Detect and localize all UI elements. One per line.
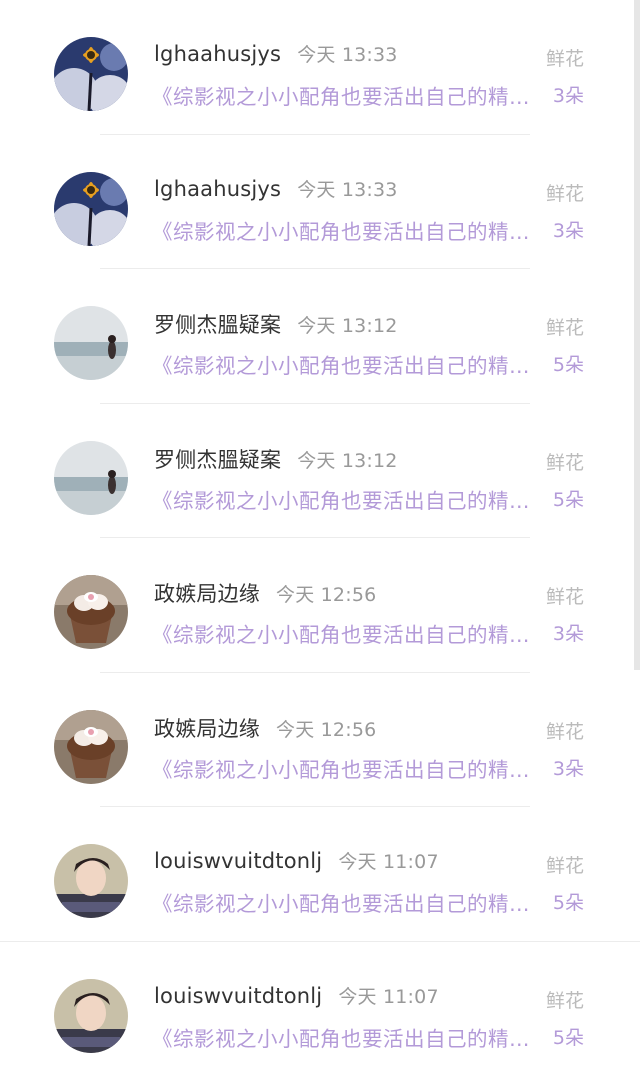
avatar[interactable] [54, 306, 128, 380]
user-name[interactable]: lghaahusjys [154, 177, 281, 201]
user-name[interactable]: 罗侧杰膃疑案 [154, 313, 281, 337]
list-item[interactable]: 罗侧杰膃疑案 今天 13:12 《综影视之小小配角也要活出自己的精彩》 鲜花 5朵 [0, 269, 640, 404]
avatar[interactable] [54, 709, 128, 784]
gift-record-list: lghaahusjys 今天 13:33 《综影视之小小配角也要活出自己的精彩》 … [0, 0, 640, 1076]
gift-type-label: 鲜花 [545, 317, 584, 339]
list-item[interactable]: lghaahusjys 今天 13:33 《综影视之小小配角也要活出自己的精彩》 … [0, 0, 640, 135]
list-item[interactable]: louiswvuitdtonlj 今天 11:07 《综影视之小小配角也要活出自己… [0, 807, 640, 942]
user-name[interactable]: louiswvuitdtonlj [154, 984, 322, 1008]
gift-count: 3朵 [552, 623, 584, 645]
scrollbar[interactable] [634, 0, 640, 670]
portrait-avatar-icon [54, 844, 128, 918]
list-item[interactable]: 政嫉局边缘 今天 12:56 《综影视之小小配角也要活出自己的精彩》 鲜花 3朵 [0, 538, 640, 673]
user-name[interactable]: 政嫉局边缘 [154, 582, 260, 606]
user-name[interactable]: lghaahusjys [154, 42, 281, 66]
timestamp: 今天 11:07 [338, 985, 439, 1008]
seaside-avatar-icon [54, 306, 128, 380]
gift-type-label: 鲜花 [545, 989, 584, 1012]
gift-count: 3朵 [552, 219, 584, 242]
list-item[interactable]: louiswvuitdtonlj 今天 11:07 《综影视之小小配角也要活出自己… [0, 942, 640, 1076]
list-item[interactable]: 罗侧杰膃疑案 今天 13:12 《综影视之小小配角也要活出自己的精彩》 鲜花 5朵 [0, 404, 640, 538]
list-item[interactable]: 政嫉局边缘 今天 12:56 《综影视之小小配角也要活出自己的精彩》 鲜花 3朵 [0, 673, 640, 807]
gift-type-label: 鲜花 [545, 855, 584, 877]
portrait-avatar-icon [54, 978, 128, 1053]
gift-count: 5朵 [552, 892, 584, 914]
sunflower-avatar-icon [54, 171, 128, 246]
avatar[interactable] [54, 844, 128, 918]
list-item[interactable]: lghaahusjys 今天 13:33 《综影视之小小配角也要活出自己的精彩》 … [0, 135, 640, 269]
book-title-link[interactable]: 《综影视之小小配角也要活出自己的精彩》 [152, 80, 532, 110]
gift-type-label: 鲜花 [545, 720, 584, 743]
sunflower-avatar-icon [54, 37, 128, 111]
cupcake-avatar-icon [54, 575, 128, 649]
gift-count: 3朵 [552, 85, 584, 107]
avatar[interactable] [54, 171, 128, 246]
user-name[interactable]: 政嫉局边缘 [154, 717, 260, 741]
gift-type-label: 鲜花 [545, 182, 584, 205]
avatar[interactable] [54, 575, 128, 649]
timestamp: 今天 12:56 [276, 718, 377, 741]
timestamp: 今天 13:12 [297, 449, 398, 472]
avatar[interactable] [54, 978, 128, 1053]
book-title-link[interactable]: 《综影视之小小配角也要活出自己的精彩》 [152, 753, 532, 783]
timestamp: 今天 13:12 [297, 315, 398, 337]
cupcake-avatar-icon [54, 709, 128, 784]
timestamp: 今天 13:33 [297, 178, 398, 201]
gift-count: 3朵 [552, 757, 584, 780]
timestamp: 今天 12:56 [276, 584, 377, 606]
avatar[interactable] [54, 440, 128, 515]
avatar[interactable] [54, 37, 128, 111]
gift-type-label: 鲜花 [545, 586, 584, 608]
seaside-avatar-icon [54, 440, 128, 515]
gift-count: 5朵 [552, 354, 584, 376]
gift-type-label: 鲜花 [545, 451, 584, 474]
gift-type-label: 鲜花 [545, 48, 584, 70]
book-title-link[interactable]: 《综影视之小小配角也要活出自己的精彩》 [152, 1022, 532, 1052]
book-title-link[interactable]: 《综影视之小小配角也要活出自己的精彩》 [152, 484, 532, 514]
user-name[interactable]: louiswvuitdtonlj [154, 849, 322, 873]
book-title-link[interactable]: 《综影视之小小配角也要活出自己的精彩》 [152, 215, 532, 245]
timestamp: 今天 13:33 [297, 44, 398, 66]
book-title-link[interactable]: 《综影视之小小配角也要活出自己的精彩》 [152, 349, 532, 379]
gift-count: 5朵 [552, 1026, 584, 1049]
gift-count: 5朵 [552, 488, 584, 511]
timestamp: 今天 11:07 [338, 851, 439, 873]
user-name[interactable]: 罗侧杰膃疑案 [154, 448, 281, 472]
book-title-link[interactable]: 《综影视之小小配角也要活出自己的精彩》 [152, 618, 532, 648]
book-title-link[interactable]: 《综影视之小小配角也要活出自己的精彩》 [152, 887, 532, 917]
